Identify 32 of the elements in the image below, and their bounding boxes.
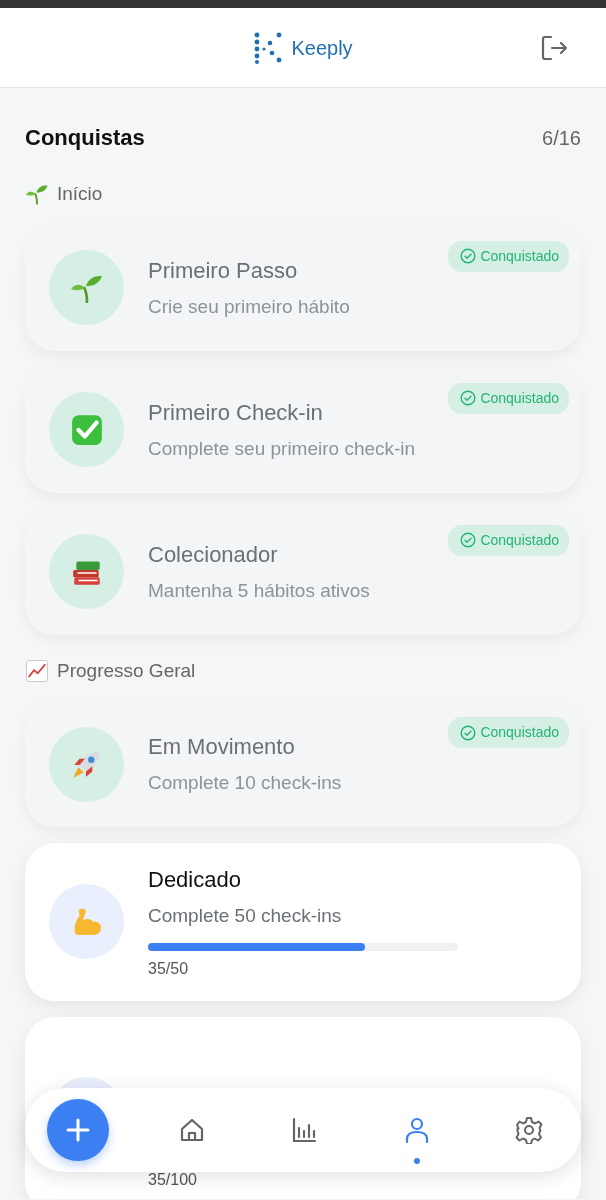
check-circle-icon	[460, 248, 477, 264]
achievement-description: Complete 50 check-ins	[148, 904, 342, 928]
achievement-title: Em Movimento	[148, 733, 295, 762]
check-circle-icon	[460, 724, 477, 741]
badge-label: Conquistado	[480, 530, 559, 550]
bar-chart-icon	[290, 1116, 318, 1144]
badge-label: Conquistado	[480, 246, 559, 266]
progress-reading: 35/100	[148, 1169, 198, 1190]
achievement-description: Complete seu primeiro check-in	[148, 436, 416, 461]
chart-icon	[25, 658, 49, 683]
check-circle-icon	[460, 390, 477, 406]
active-indicator	[413, 1158, 420, 1164]
section-title: Progresso Geral	[57, 658, 196, 683]
check-circle-icon	[460, 532, 477, 548]
achievement-title: Primeiro Passo	[148, 256, 298, 285]
brand-name: Keeply	[291, 35, 353, 61]
logout-icon	[540, 34, 568, 62]
badge-label: Conquistado	[480, 388, 559, 408]
check-icon	[69, 412, 104, 447]
settings-icon	[515, 1116, 543, 1144]
achievement-description: Mantenha 5 hábitos ativos	[148, 578, 370, 603]
progress-reading: 35/50	[148, 958, 190, 979]
badge-label: Conquistado	[480, 723, 559, 742]
logo-icon	[253, 31, 284, 64]
achievement-description: Complete 10 check-ins	[148, 771, 342, 796]
achievement-title: Primeiro Check-in	[148, 398, 323, 427]
achievement-count: 6/16	[542, 125, 581, 151]
achievement-description: Crie seu primeiro hábito	[148, 294, 350, 319]
section-title: Início	[57, 182, 103, 206]
achievement-title: Colecionador	[148, 540, 278, 569]
achievement-title: Dedicado	[148, 866, 241, 894]
page-title: Conquistas	[25, 124, 145, 152]
